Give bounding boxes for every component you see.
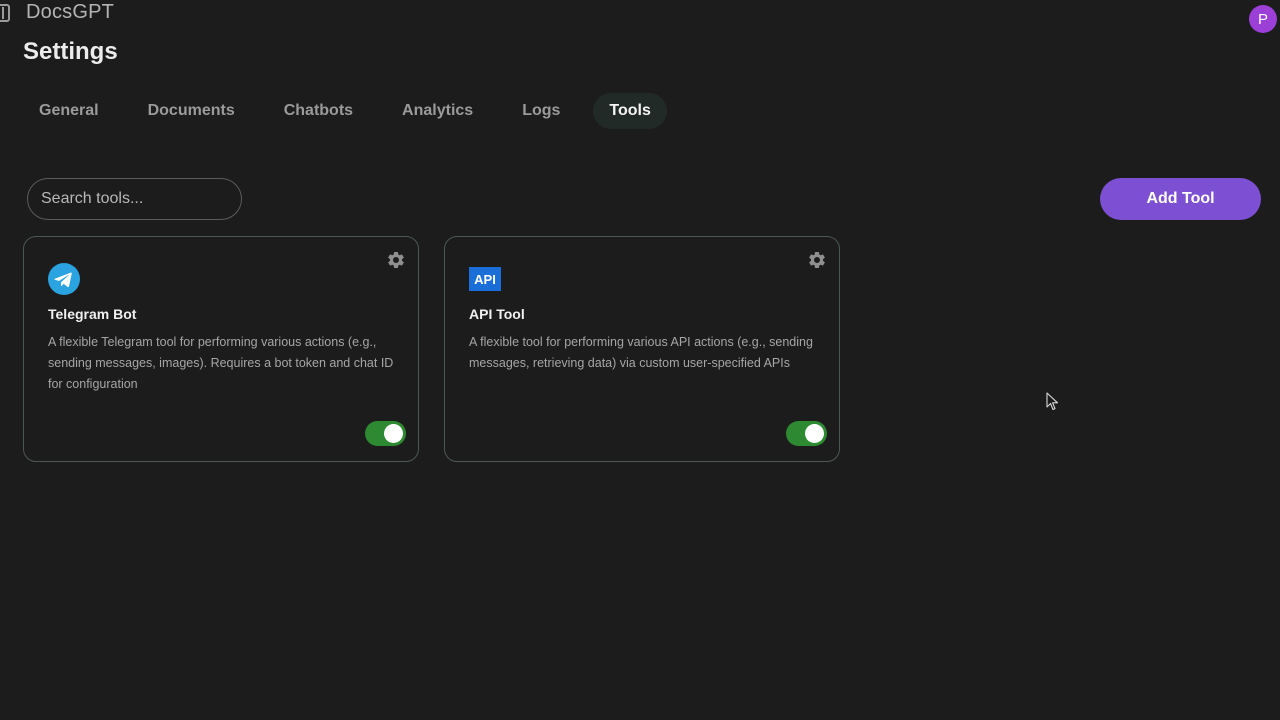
add-tool-button[interactable]: Add Tool [1100, 178, 1261, 220]
search-input[interactable] [27, 178, 242, 220]
tab-analytics[interactable]: Analytics [386, 93, 489, 129]
toggle-knob [805, 424, 824, 443]
avatar[interactable]: P [1249, 5, 1277, 33]
tool-description: A flexible Telegram tool for performing … [48, 335, 394, 391]
tab-chatbots[interactable]: Chatbots [268, 93, 369, 129]
settings-tabs: General Documents Chatbots Analytics Log… [23, 93, 684, 129]
gear-icon[interactable] [386, 250, 406, 270]
tab-documents[interactable]: Documents [132, 93, 251, 129]
tool-card-telegram: Telegram Bot A flexible Telegram tool fo… [23, 236, 419, 462]
tool-description: A flexible tool for performing various A… [469, 335, 813, 370]
mouse-cursor-icon [1046, 392, 1059, 411]
gear-icon[interactable] [807, 250, 827, 270]
tool-title: API Tool [469, 306, 525, 322]
tool-card-api: API API Tool A flexible tool for perform… [444, 236, 840, 462]
tool-title: Telegram Bot [48, 306, 137, 322]
page-title: Settings [23, 38, 118, 65]
top-bar: DocsGPT P [0, 0, 1280, 33]
sidebar-toggle-icon[interactable] [0, 4, 10, 22]
tab-logs[interactable]: Logs [506, 93, 576, 129]
tab-tools[interactable]: Tools [593, 93, 667, 129]
telegram-icon [48, 263, 80, 295]
api-icon: API [469, 263, 501, 295]
tool-enabled-toggle[interactable] [365, 421, 406, 446]
tool-enabled-toggle[interactable] [786, 421, 827, 446]
toggle-knob [384, 424, 403, 443]
tab-general[interactable]: General [23, 93, 115, 129]
api-icon-label: API [469, 267, 501, 291]
app-name: DocsGPT [26, 1, 115, 23]
